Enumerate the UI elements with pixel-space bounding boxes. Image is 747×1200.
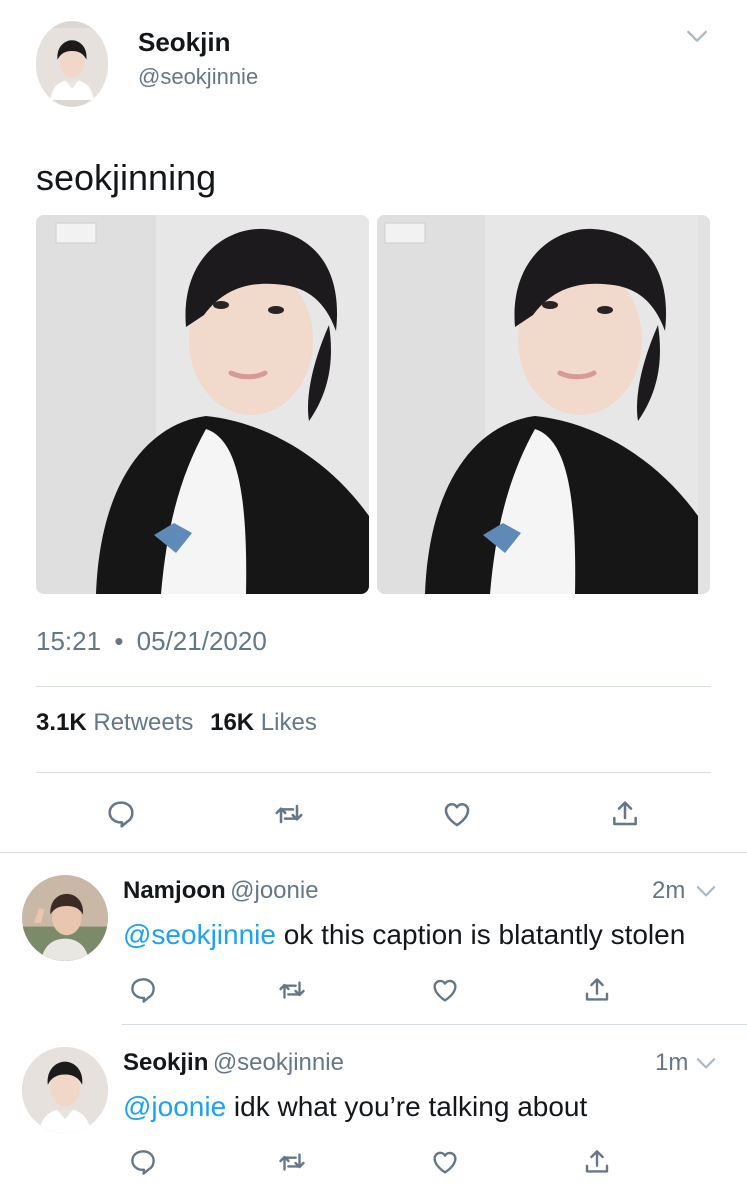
- share-icon: [609, 798, 641, 830]
- like-icon: [430, 975, 460, 1005]
- reply-body: ok this caption is blatantly stolen: [275, 919, 686, 950]
- retweet-button[interactable]: [269, 794, 309, 834]
- reply-body: idk what you’re talking about: [226, 1091, 588, 1122]
- reply-button[interactable]: [123, 970, 163, 1010]
- reply-author-name[interactable]: Namjoon: [123, 877, 226, 904]
- share-button[interactable]: [577, 970, 617, 1010]
- reply-author-handle[interactable]: @seokjinnie: [213, 1049, 344, 1076]
- retweets-label: Retweets: [93, 709, 194, 736]
- like-button[interactable]: [425, 970, 465, 1010]
- likes-count: 16K: [210, 709, 255, 736]
- divider: [36, 686, 711, 687]
- retweet-icon: [277, 1147, 307, 1177]
- share-button[interactable]: [577, 1142, 617, 1182]
- avatar[interactable]: [22, 875, 108, 961]
- meta-separator: •: [114, 626, 124, 656]
- reply-author-name[interactable]: Seokjin: [123, 1049, 208, 1076]
- tweet-photo-2[interactable]: [377, 215, 710, 594]
- tweet-text: seokjinning: [36, 157, 217, 198]
- author-handle[interactable]: @seokjinnie: [138, 64, 258, 90]
- reply-button[interactable]: [123, 1142, 163, 1182]
- retweet-icon: [277, 975, 307, 1005]
- reply-icon: [128, 1147, 158, 1177]
- reply-text: @joonie idk what you’re talking about: [123, 1091, 587, 1123]
- tweet-photo-1[interactable]: [36, 215, 369, 594]
- reply-button[interactable]: [101, 794, 141, 834]
- tweet-date: 05/21/2020: [136, 626, 267, 656]
- retweet-button[interactable]: [272, 1142, 312, 1182]
- share-icon: [582, 1147, 612, 1177]
- like-icon: [441, 798, 473, 830]
- reply-time[interactable]: 2m: [652, 877, 685, 905]
- reply-icon: [105, 798, 137, 830]
- retweets-stat[interactable]: 3.1K Retweets: [36, 709, 193, 736]
- author-name[interactable]: Seokjin: [138, 27, 230, 58]
- tweet-timestamp: 15:21 • 05/21/2020: [36, 626, 267, 657]
- mention-link[interactable]: @joonie: [123, 1091, 226, 1122]
- retweets-count: 3.1K: [36, 709, 87, 736]
- avatar[interactable]: [36, 21, 108, 107]
- chevron-down-icon[interactable]: [682, 22, 712, 50]
- reply-icon: [128, 975, 158, 1005]
- divider: [36, 772, 711, 773]
- retweet-button[interactable]: [272, 970, 312, 1010]
- retweet-icon: [273, 798, 305, 830]
- likes-label: Likes: [260, 709, 317, 736]
- chevron-down-icon[interactable]: [693, 878, 719, 904]
- reply-tweet[interactable]: Namjoon @joonie 2m @seokjinnie ok this c…: [0, 853, 747, 1023]
- chevron-down-icon[interactable]: [693, 1050, 719, 1076]
- reply-tweet[interactable]: Seokjin @seokjinnie 1m @joonie idk what …: [0, 1025, 747, 1200]
- like-button[interactable]: [425, 1142, 465, 1182]
- reply-author-handle[interactable]: @joonie: [230, 877, 318, 904]
- share-icon: [582, 975, 612, 1005]
- likes-stat[interactable]: 16K Likes: [210, 709, 317, 736]
- main-tweet: Seokjin @seokjinnie seokjinning 15:21 • …: [0, 0, 747, 852]
- tweet-time: 15:21: [36, 626, 102, 656]
- reply-time[interactable]: 1m: [655, 1049, 688, 1077]
- tweet-stats: 3.1K Retweets 16K Likes: [36, 709, 317, 737]
- reply-text: @seokjinnie ok this caption is blatantly…: [123, 919, 685, 951]
- like-button[interactable]: [437, 794, 477, 834]
- mention-link[interactable]: @seokjinnie: [123, 919, 276, 950]
- share-button[interactable]: [605, 794, 645, 834]
- avatar[interactable]: [22, 1047, 108, 1133]
- like-icon: [430, 1147, 460, 1177]
